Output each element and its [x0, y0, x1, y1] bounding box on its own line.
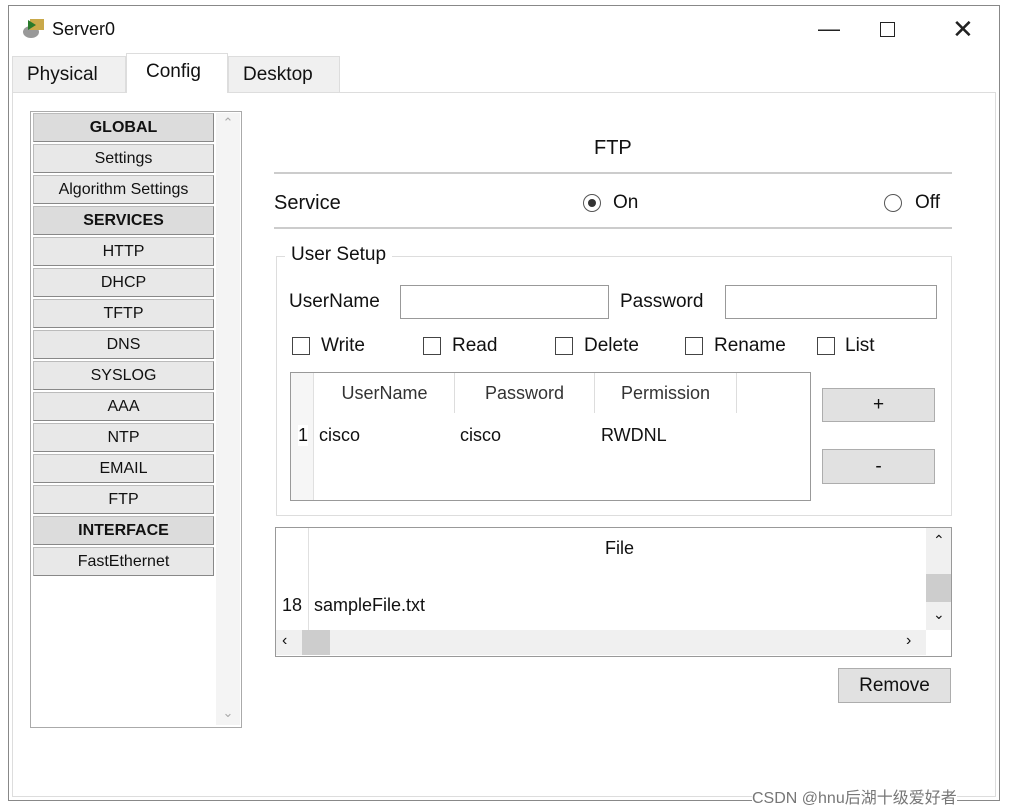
service-label: Service: [274, 192, 341, 214]
sidebar-item-fastethernet[interactable]: FastEthernet: [33, 547, 214, 576]
close-button[interactable]: ✕: [952, 14, 974, 45]
server-icon: [22, 17, 46, 39]
write-label: Write: [321, 335, 365, 356]
file-row-index: 18: [282, 595, 303, 615]
scroll-thumb[interactable]: [302, 630, 330, 655]
cell-username[interactable]: cisco: [319, 425, 360, 446]
sidebar-item-http[interactable]: HTTP: [33, 237, 214, 266]
column-permission[interactable]: Permission: [595, 373, 737, 413]
sidebar-section-header: GLOBAL: [33, 113, 214, 142]
rename-checkbox[interactable]: [685, 337, 703, 355]
password-label: Password: [620, 291, 704, 312]
tab-config[interactable]: Config: [126, 53, 228, 93]
sidebar-item-ntp[interactable]: NTP: [33, 423, 214, 452]
service-off-label: Off: [915, 192, 940, 213]
sidebar-item-dhcp[interactable]: DHCP: [33, 268, 214, 297]
column-username[interactable]: UserName: [315, 373, 455, 413]
row-index: 1: [298, 425, 309, 446]
file-name[interactable]: sampleFile.txt: [314, 595, 425, 616]
service-off-radio[interactable]: [884, 194, 902, 212]
list-label: List: [845, 335, 875, 356]
divider: [274, 227, 952, 229]
scroll-thumb[interactable]: [926, 574, 951, 602]
write-checkbox[interactable]: [292, 337, 310, 355]
chevron-right-icon[interactable]: ›: [906, 632, 911, 650]
service-on-radio[interactable]: [583, 194, 601, 212]
sidebar-item-email[interactable]: EMAIL: [33, 454, 214, 483]
sidebar-item-syslog[interactable]: SYSLOG: [33, 361, 214, 390]
chevron-left-icon[interactable]: ‹: [282, 632, 287, 650]
sidebar-scrollbar[interactable]: ⌃ ⌄: [216, 113, 240, 725]
delete-checkbox[interactable]: [555, 337, 573, 355]
sidebar-item-settings[interactable]: Settings: [33, 144, 214, 173]
sidebar-item-tftp[interactable]: TFTP: [33, 299, 214, 328]
cell-permission[interactable]: RWDNL: [601, 425, 667, 446]
chevron-down-icon[interactable]: ⌄: [933, 606, 945, 623]
window-title: Server0: [52, 19, 116, 39]
tab-physical[interactable]: Physical: [12, 56, 126, 92]
user-setup-legend: User Setup: [285, 244, 393, 266]
password-input[interactable]: [725, 285, 937, 319]
file-vertical-scrollbar[interactable]: ⌃ ⌄: [926, 528, 951, 630]
sidebar-item-aaa[interactable]: AAA: [33, 392, 214, 421]
chevron-up-icon[interactable]: ⌃: [933, 532, 945, 549]
rename-label: Rename: [714, 335, 786, 356]
file-horizontal-scrollbar[interactable]: ‹ ›: [276, 630, 926, 655]
divider: [274, 172, 952, 174]
sidebar-item-dns[interactable]: DNS: [33, 330, 214, 359]
maximize-button[interactable]: [880, 22, 895, 37]
read-checkbox[interactable]: [423, 337, 441, 355]
service-on-label: On: [613, 192, 639, 213]
sidebar-item-ftp[interactable]: FTP: [33, 485, 214, 514]
file-column-header[interactable]: File: [605, 538, 634, 559]
username-label: UserName: [289, 291, 380, 312]
delete-label: Delete: [584, 335, 639, 356]
add-user-button[interactable]: +: [822, 388, 935, 422]
column-password[interactable]: Password: [455, 373, 595, 413]
remove-file-button[interactable]: Remove: [838, 668, 951, 703]
read-label: Read: [452, 335, 498, 356]
minimize-button[interactable]: —: [818, 16, 840, 42]
cell-password[interactable]: cisco: [460, 425, 501, 446]
sidebar-section-header: SERVICES: [33, 206, 214, 235]
ftp-title: FTP: [594, 137, 632, 159]
chevron-up-icon[interactable]: ⌃: [216, 115, 240, 131]
remove-user-button[interactable]: -: [822, 449, 935, 484]
watermark: CSDN @hnu后湖十级爱好者: [752, 784, 957, 808]
username-input[interactable]: [400, 285, 609, 319]
tab-desktop[interactable]: Desktop: [228, 56, 340, 92]
sidebar-section-header: INTERFACE: [33, 516, 214, 545]
chevron-down-icon[interactable]: ⌄: [216, 705, 240, 721]
list-checkbox[interactable]: [817, 337, 835, 355]
sidebar-item-algorithm-settings[interactable]: Algorithm Settings: [33, 175, 214, 204]
